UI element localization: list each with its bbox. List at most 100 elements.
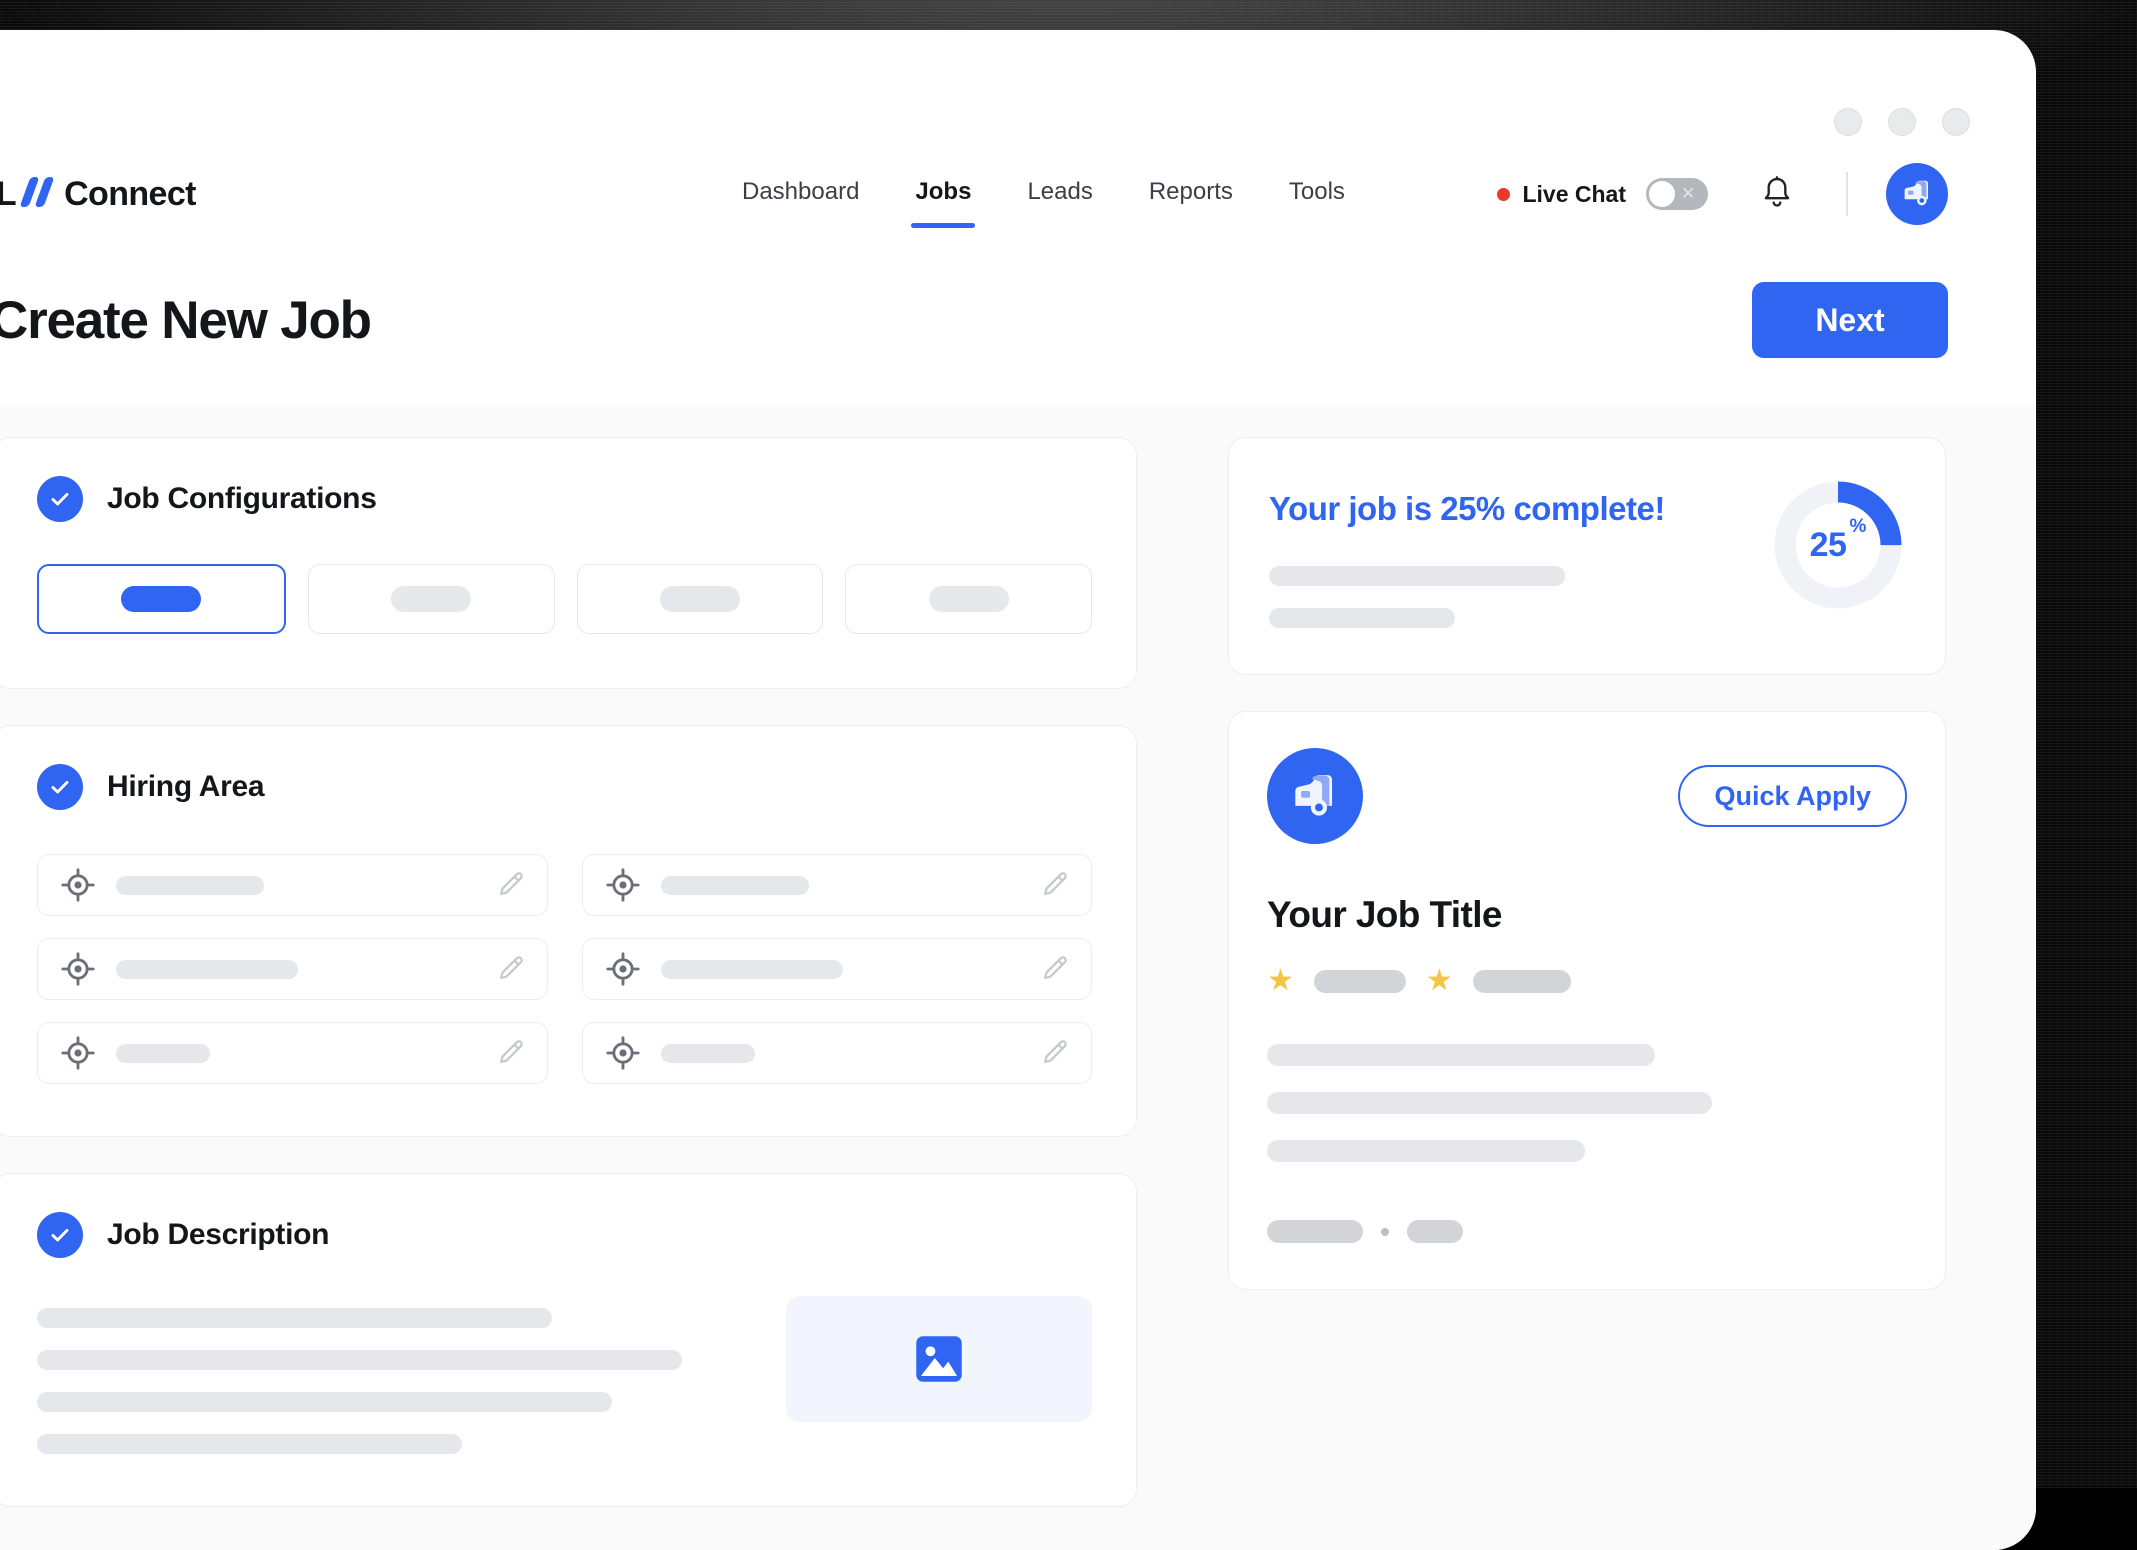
page-title: Create New Job [0,290,371,351]
nav-item-leads[interactable]: Leads [999,168,1120,220]
card-header: Job Configurations [0,438,1136,522]
pencil-icon [1039,1037,1071,1069]
hiring-area-value-placeholder [661,876,809,895]
hiring-area-row[interactable] [582,938,1093,1000]
truck-logo-icon [1280,761,1350,831]
truck-avatar-icon [1895,172,1939,216]
card-header: Hiring Area [0,726,1136,810]
nav-item-dashboard[interactable]: Dashboard [714,168,887,220]
checkmark-glyph [48,775,72,799]
card-job-progress: Your job is 25% complete! 25 % [1228,437,1946,675]
live-chat-toggle[interactable]: ✕ [1646,178,1708,210]
description-placeholder-lines [37,1300,746,1454]
bell-icon [1760,176,1794,212]
check-icon [37,1212,83,1258]
minimize-dot[interactable] [1834,108,1862,136]
right-column: Your job is 25% complete! 25 % [1228,437,1946,1290]
main-content: Job Configurations [0,405,2036,1550]
live-chat-label: Live Chat [1522,181,1626,208]
brand-suffix: Connect [64,175,196,214]
pencil-icon [495,953,527,985]
user-avatar[interactable] [1886,163,1948,225]
pencil-icon [495,869,527,901]
card-job-preview: Quick Apply Your Job Title ★★ [1228,711,1946,1290]
notifications-button[interactable] [1760,176,1794,212]
window-controls [1834,108,1970,136]
progress-placeholder-line [1269,566,1565,586]
config-option-2[interactable] [308,564,555,634]
nav-item-reports[interactable]: Reports [1121,168,1261,220]
config-option-pill [660,586,740,612]
page-header: Create New Job Next [0,280,2036,410]
config-option-pill [929,586,1009,612]
app-screen: CDL Connect Dashboard Jobs Leads Reports… [0,30,2036,1550]
preview-meta-row [1267,1220,1907,1243]
card-header: Job Description [0,1174,1136,1258]
close-dot[interactable] [1942,108,1970,136]
rating-placeholder [1473,970,1571,993]
check-icon [37,764,83,810]
brand-prefix: CDL [0,175,16,214]
donut-value-label: 25 % [1771,478,1905,612]
next-button[interactable]: Next [1752,282,1948,358]
description-line [37,1434,462,1454]
quick-apply-button[interactable]: Quick Apply [1678,765,1907,827]
toggle-off-icon: ✕ [1681,185,1698,202]
target-icon [60,1035,96,1071]
primary-nav: Dashboard Jobs Leads Reports Tools [714,168,1373,220]
card-hiring-area: Hiring Area [0,725,1137,1137]
hiring-area-row[interactable] [37,854,548,916]
brand-logo[interactable]: CDL Connect [0,175,196,214]
image-icon [908,1328,970,1390]
hiring-area-row[interactable] [37,938,548,1000]
hiring-area-edit-button[interactable] [495,869,527,901]
hiring-area-edit-button[interactable] [1039,953,1071,985]
checkmark-glyph [48,487,72,511]
preview-job-title: Your Job Title [1267,894,1907,936]
hiring-area-row[interactable] [37,1022,548,1084]
card-job-description: Job Description [0,1173,1137,1507]
nav-item-jobs[interactable]: Jobs [887,168,999,220]
meta-placeholder [1407,1220,1463,1243]
config-option-1[interactable] [37,564,286,634]
top-navigation-bar: CDL Connect Dashboard Jobs Leads Reports… [0,138,2036,250]
description-image-placeholder[interactable] [786,1296,1092,1422]
config-option-4[interactable] [845,564,1092,634]
star-icon: ★ [1267,966,1294,996]
left-column: Job Configurations [0,437,1137,1543]
hiring-area-value-placeholder [661,1044,755,1063]
hiring-area-row[interactable] [582,1022,1093,1084]
hiring-area-value-placeholder [116,960,298,979]
nav-divider [1846,172,1848,216]
hiring-area-edit-button[interactable] [495,1037,527,1069]
hiring-area-value-placeholder [116,876,264,895]
brand-slashes-icon [21,177,55,205]
company-logo [1267,748,1363,844]
progress-placeholder-line [1269,608,1455,628]
target-icon [60,951,96,987]
maximize-dot[interactable] [1888,108,1916,136]
meta-separator-dot [1381,1228,1389,1236]
job-config-options [0,522,1136,688]
hiring-area-edit-button[interactable] [1039,1037,1071,1069]
description-line [37,1392,612,1412]
hiring-area-edit-button[interactable] [1039,869,1071,901]
preview-line [1267,1140,1585,1162]
live-status-dot [1497,188,1510,201]
preview-rating-badges: ★★ [1267,966,1907,996]
donut-percent-number: 25 [1810,526,1847,565]
hiring-area-row[interactable] [582,854,1093,916]
target-icon [60,867,96,903]
star-icon: ★ [1426,966,1453,996]
progress-title: Your job is 25% complete! [1269,490,1771,528]
card-title-job-configurations: Job Configurations [107,482,377,516]
hiring-area-edit-button[interactable] [495,953,527,985]
pencil-icon [1039,869,1071,901]
preview-line [1267,1044,1655,1066]
meta-placeholder [1267,1220,1363,1243]
config-option-3[interactable] [577,564,824,634]
config-option-pill [391,586,471,612]
nav-item-tools[interactable]: Tools [1261,168,1373,220]
target-icon [605,951,641,987]
live-chat-control[interactable]: Live Chat ✕ [1497,178,1708,210]
